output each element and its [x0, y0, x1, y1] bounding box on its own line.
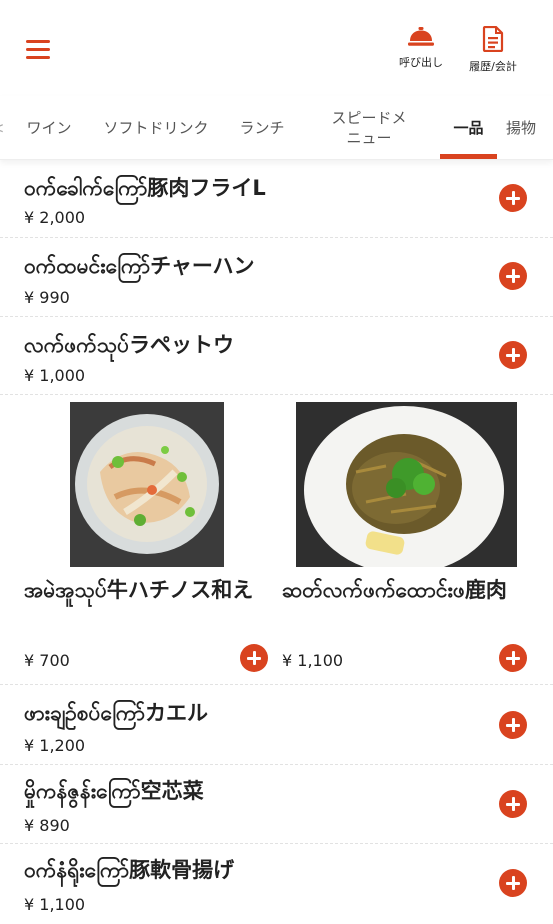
add-to-cart-button[interactable]: [499, 790, 527, 818]
tab-wine[interactable]: ワイン: [22, 96, 76, 159]
call-label: 呼び出し: [399, 56, 443, 69]
tab-soft-drink[interactable]: ソフトドリンク: [94, 96, 218, 159]
service-bell-icon: [408, 27, 434, 46]
card-item-name: ဆတ်လက်ဖက်ထောင်းဖ鹿肉: [282, 578, 507, 602]
menu-item-row[interactable]: ဝက်နံရိုးကြော်豚軟骨揚げ ¥ 1,100: [0, 844, 553, 924]
tab-speed-menu[interactable]: スピードメ ニュー: [318, 96, 420, 159]
add-to-cart-button[interactable]: [499, 644, 527, 672]
add-to-cart-button[interactable]: [499, 184, 527, 212]
add-to-cart-button[interactable]: [499, 711, 527, 739]
history-label: 履歴/会計: [469, 60, 517, 73]
app-header: 呼び出し 履歴/会計: [0, 0, 553, 96]
card-item-price: ¥ 1,100: [282, 651, 344, 670]
history-checkout-button[interactable]: 履歴/会計: [460, 26, 526, 74]
call-staff-button[interactable]: 呼び出し: [392, 26, 450, 70]
item-name: လက်ဖက်သုပ်ラペットウ: [24, 333, 235, 357]
add-to-cart-button[interactable]: [499, 341, 527, 369]
tab-scroll-indicator: <: [0, 96, 4, 159]
menu-item-row[interactable]: လက်ဖက်သုပ်ラペットウ ¥ 1,000: [0, 317, 553, 395]
item-price: ¥ 890: [24, 816, 70, 835]
item-name: မှိုကန်ဇွန်းကြော်空芯菜: [24, 779, 204, 803]
item-name: ဝက်ခေါက်ကြော်豚肉フライL: [24, 176, 266, 200]
item-price: ¥ 2,000: [24, 208, 86, 227]
category-tabs: < ワイン ソフトドリンク ランチ スピードメ ニュー 一品 揚物: [0, 96, 553, 160]
item-name: ဝက်နံရိုးကြော်豚軟骨揚げ: [24, 858, 235, 882]
add-to-cart-button[interactable]: [499, 262, 527, 290]
tab-lunch[interactable]: ランチ: [232, 96, 292, 159]
item-name: ဖားချဉ်စပ်ကြော်カエル: [24, 701, 209, 725]
menu-item-row[interactable]: ဝက်ထမင်းကြော်チャーハン ¥ 990: [0, 238, 553, 317]
tab-fried[interactable]: 揚物: [506, 96, 550, 159]
item-price: ¥ 990: [24, 288, 70, 307]
menu-item-row[interactable]: မှိုကန်ဇွန်းကြော်空芯菜 ¥ 890: [0, 765, 553, 844]
tripe-salad-photo[interactable]: [70, 402, 224, 567]
card-item-price: ¥ 700: [24, 651, 70, 670]
hamburger-menu-icon[interactable]: [26, 40, 50, 60]
add-to-cart-button[interactable]: [240, 644, 268, 672]
card-item-name: အမဲအူသုပ်牛ハチノス和え: [24, 578, 254, 602]
venison-dish-photo[interactable]: [296, 402, 517, 567]
item-price: ¥ 1,200: [24, 736, 86, 755]
receipt-icon: [482, 26, 504, 52]
add-to-cart-button[interactable]: [499, 869, 527, 897]
item-price: ¥ 1,100: [24, 895, 86, 914]
item-price: ¥ 1,000: [24, 366, 86, 385]
item-name: ဝက်ထမင်းကြော်チャーハン: [24, 254, 255, 278]
tab-ippin[interactable]: 一品: [440, 96, 497, 159]
menu-item-row[interactable]: ဝက်ခေါက်ကြော်豚肉フライL ¥ 2,000: [0, 160, 553, 238]
active-tab-indicator: [440, 154, 497, 159]
menu-item-row[interactable]: ဖားချဉ်စပ်ကြော်カエル ¥ 1,200: [0, 685, 553, 765]
